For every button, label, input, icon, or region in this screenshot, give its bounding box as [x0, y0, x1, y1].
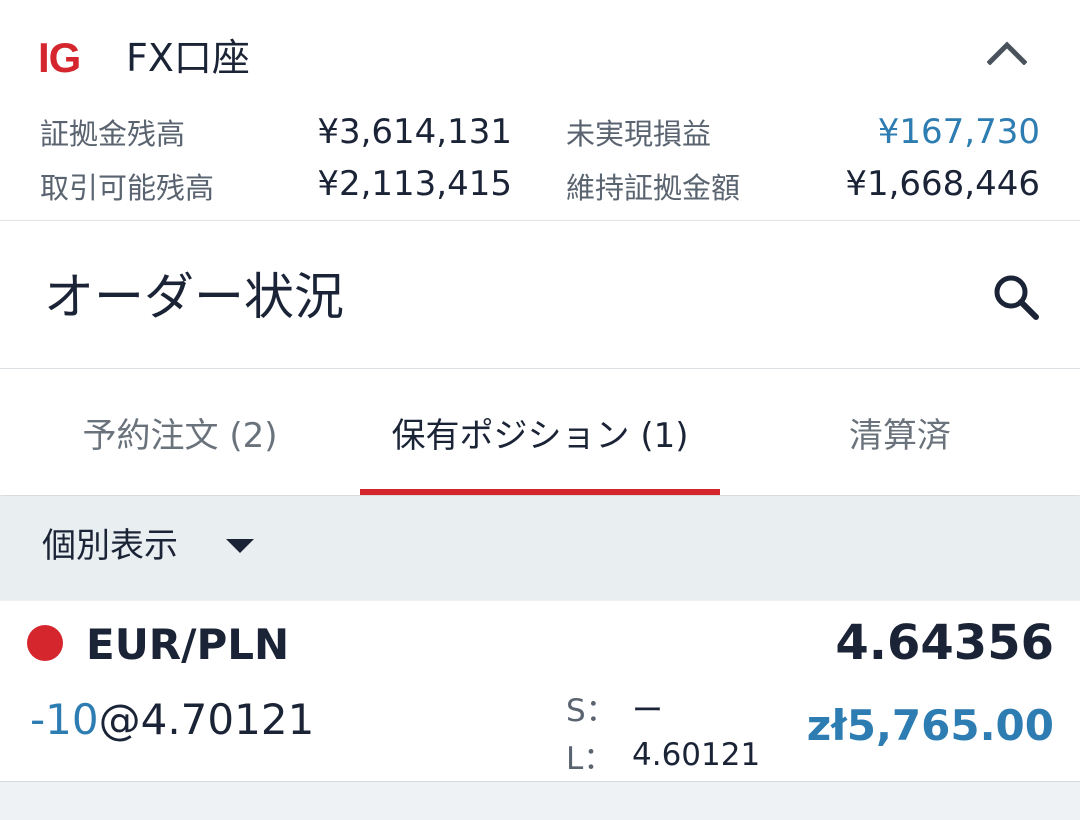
required-margin-value: ¥1,668,446	[845, 164, 1040, 204]
at-sign: @	[98, 695, 141, 744]
page-header: オーダー状況	[0, 221, 1080, 369]
position-pnl: zł5,765.00	[806, 701, 1054, 750]
view-filter-bar: 個別表示	[0, 496, 1080, 600]
limit-value: 4.60121	[632, 737, 761, 773]
position-row[interactable]: EUR/PLN 4.64356 -10@4.70121 S： ー L： 4.60…	[0, 601, 1080, 782]
margin-balance-value: ¥3,614,131	[317, 112, 512, 152]
tab-working-orders[interactable]: 予約注文 (2)	[0, 369, 360, 495]
direction-dot-icon	[27, 625, 63, 661]
search-icon	[994, 275, 1039, 320]
view-mode-label: 個別表示	[42, 526, 178, 566]
tab-closed[interactable]: 清算済	[720, 369, 1080, 495]
required-margin-label: 維持証拠金額	[566, 171, 741, 205]
position-size-line: -10@4.70121	[30, 695, 314, 745]
view-mode-dropdown[interactable]: 個別表示	[42, 522, 254, 570]
limit-label: L：	[566, 740, 615, 777]
current-price: 4.64356	[835, 615, 1054, 671]
stop-value: ー	[632, 692, 663, 729]
search-button[interactable]	[984, 265, 1048, 329]
chevron-up-icon	[987, 41, 1027, 65]
caret-down-icon	[226, 539, 254, 553]
tab-open-positions[interactable]: 保有ポジション (1)	[360, 369, 720, 495]
unrealized-pnl-value: ¥167,730	[877, 112, 1040, 152]
margin-balance-label: 証拠金残高	[40, 117, 186, 151]
ig-logo: IG	[38, 34, 81, 81]
account-summary: IG FX口座 証拠金残高 ¥3,614,131 取引可能残高 ¥2,113,4…	[0, 0, 1080, 221]
instrument-name: EUR/PLN	[86, 620, 290, 669]
stop-row: S： ー	[566, 683, 760, 731]
stop-label: S：	[566, 692, 617, 729]
unrealized-pnl-label: 未実現損益	[566, 117, 712, 151]
stop-limit-box: S： ー L： 4.60121	[566, 683, 760, 779]
order-status-tabs: 予約注文 (2) 保有ポジション (1) 清算済	[0, 369, 1080, 495]
limit-row: L： 4.60121	[566, 731, 760, 779]
available-balance-value: ¥2,113,415	[317, 164, 512, 204]
available-balance-label: 取引可能残高	[40, 171, 215, 205]
account-title: FX口座	[126, 36, 250, 80]
collapse-button[interactable]	[978, 26, 1036, 78]
open-level: 4.70121	[140, 695, 315, 744]
position-size: -10	[30, 695, 99, 744]
page-title: オーダー状況	[44, 268, 344, 326]
